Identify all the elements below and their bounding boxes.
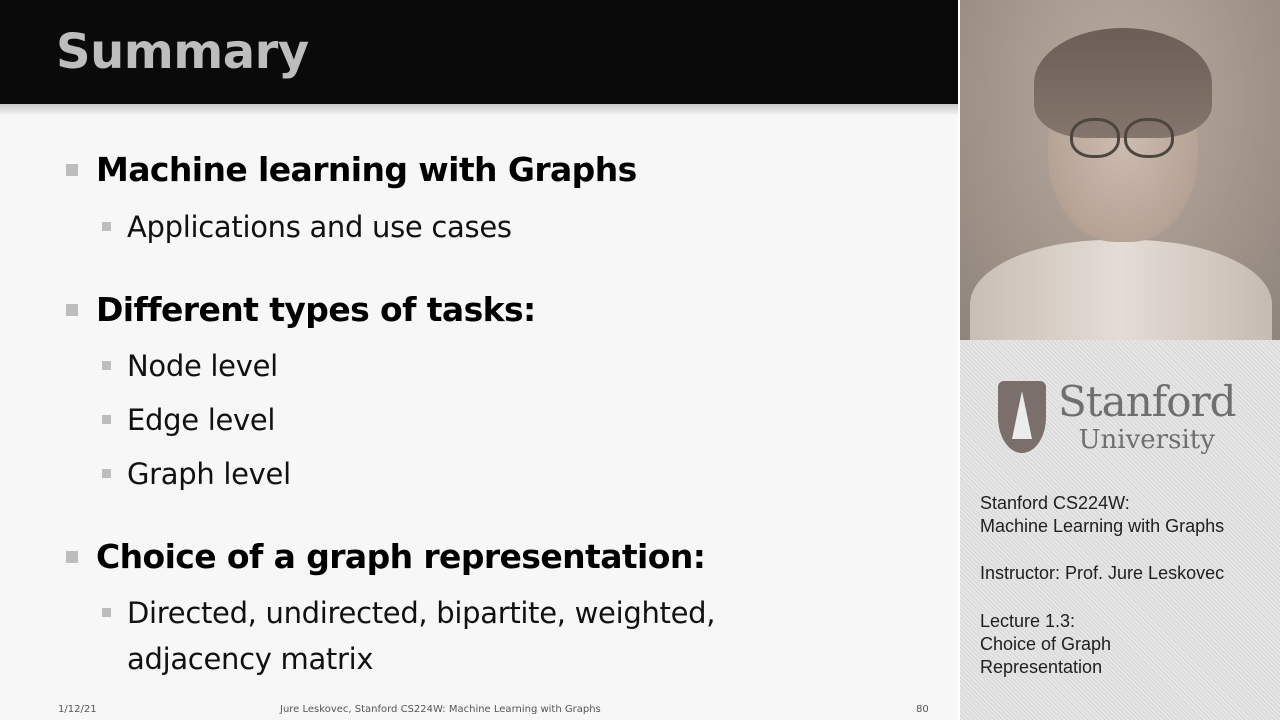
bullet-square-icon <box>66 304 78 316</box>
glasses-left-icon <box>1070 118 1120 158</box>
course-line: Machine Learning with Graphs <box>980 516 1225 536</box>
bullet-square-icon <box>66 164 78 176</box>
sidebar-panel: Stanford University Stanford CS224W: Mac… <box>958 0 1280 720</box>
footer-course: Jure Leskovec, Stanford CS224W: Machine … <box>280 704 601 715</box>
sub-bullet-text: Edge level <box>127 403 276 437</box>
logo-line1: Stanford <box>1058 377 1237 426</box>
title-bar: Summary <box>0 0 958 104</box>
stanford-tree-icon <box>998 381 1046 453</box>
sub-bullet-line: Directed, undirected, bipartite, weighte… <box>127 596 716 630</box>
sub-bullet-representations: Directed, undirected, bipartite, weighte… <box>102 590 715 682</box>
bullet-task-types: Different types of tasks: <box>66 290 536 330</box>
logo-text: Stanford University <box>1058 377 1237 455</box>
lecture-line: Choice of Graph <box>980 634 1112 654</box>
sub-bullet-edge-level: Edge level <box>102 397 275 443</box>
bullet-heading: Machine learning with Graphs <box>96 150 637 189</box>
bullet-square-icon <box>66 551 78 563</box>
video-shirt <box>970 240 1272 340</box>
instructor-name: Instructor: Prof. Jure Leskovec <box>980 563 1225 583</box>
sub-bullet-applications: Applications and use cases <box>102 204 512 250</box>
footer-page-number: 80 <box>916 704 929 715</box>
sub-bullet-text: Graph level <box>127 457 291 491</box>
bullet-square-icon <box>102 222 111 231</box>
footer-date: 1/12/21 <box>58 704 97 715</box>
bullet-square-icon <box>102 361 111 370</box>
bullet-square-icon <box>102 415 111 424</box>
bullet-graph-representation: Choice of a graph representation: <box>66 537 706 577</box>
sub-bullet-graph-level: Graph level <box>102 451 291 497</box>
course-line: Stanford CS224W: <box>980 493 1130 513</box>
lecture-line: Lecture 1.3: <box>980 611 1076 631</box>
bullet-machine-learning: Machine learning with Graphs <box>66 150 637 190</box>
instructor-video <box>960 0 1280 340</box>
title-divider <box>0 104 958 114</box>
slide: Summary Machine learning with Graphs App… <box>0 0 958 720</box>
course-title: Stanford CS224W: Machine Learning with G… <box>980 492 1224 538</box>
sub-bullet-text: Node level <box>127 349 278 383</box>
sub-bullet-line: adjacency matrix <box>127 642 374 676</box>
sub-bullet-node-level: Node level <box>102 343 278 389</box>
lecture-line: Representation <box>980 657 1103 677</box>
bullet-heading: Different types of tasks: <box>96 290 536 329</box>
glasses-right-icon <box>1124 118 1174 158</box>
sub-bullet-text: Directed, undirected, bipartite, weighte… <box>127 590 715 682</box>
sub-bullet-text: Applications and use cases <box>127 210 512 244</box>
lecture-info: Lecture 1.3: Choice of Graph Representat… <box>980 610 1111 679</box>
stanford-logo: Stanford University <box>998 377 1237 455</box>
slide-title: Summary <box>56 24 309 80</box>
logo-line2: University <box>1078 425 1215 455</box>
bullet-heading: Choice of a graph representation: <box>96 537 706 576</box>
bullet-square-icon <box>102 608 111 617</box>
bullet-square-icon <box>102 469 111 478</box>
video-hair <box>1034 28 1212 138</box>
